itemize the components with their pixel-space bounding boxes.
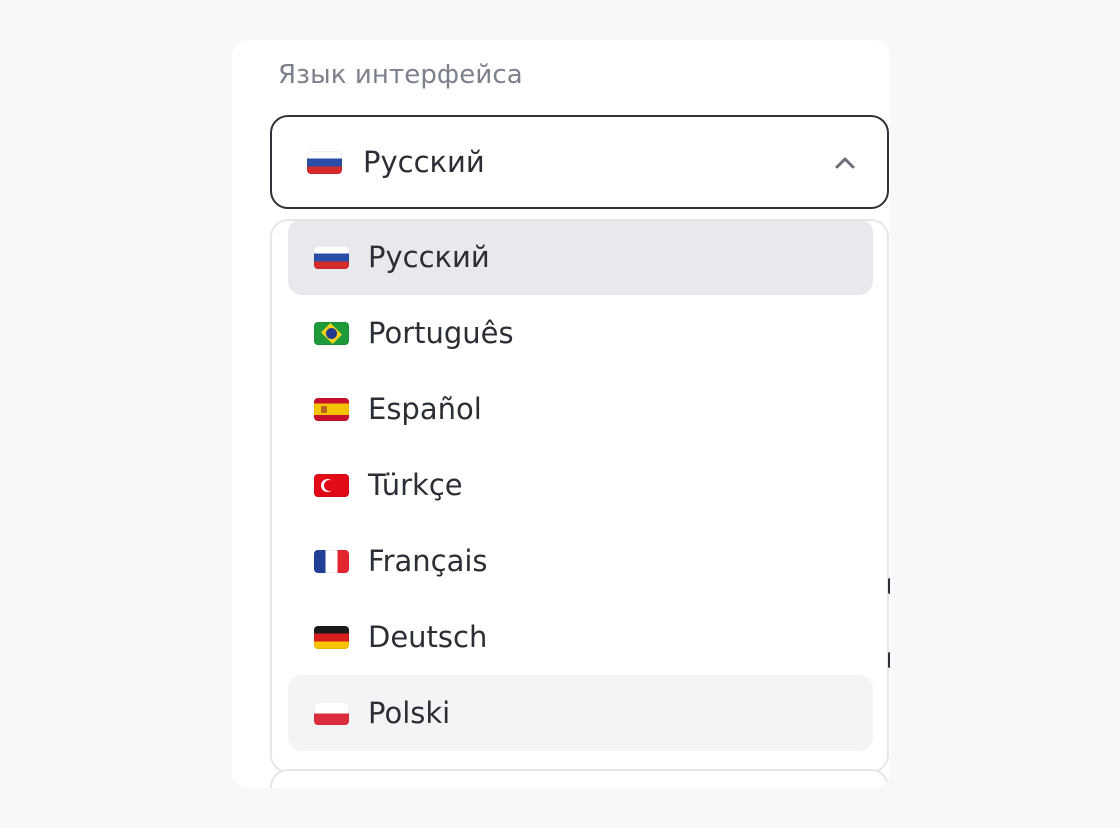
flag-poland-icon — [314, 701, 349, 725]
language-select-value: Русский — [363, 145, 485, 179]
language-select[interactable]: Русский — [270, 115, 889, 209]
language-option-spanish[interactable]: Español — [288, 371, 873, 447]
settings-card: Язык интерфейса Русский Русский Portuguê… — [232, 40, 890, 788]
flag-germany-icon — [314, 625, 349, 649]
language-option-label: Français — [368, 544, 488, 578]
language-option-french[interactable]: Français — [288, 523, 873, 599]
language-option-label: Русский — [368, 240, 490, 274]
flag-france-icon — [314, 549, 349, 573]
next-field-edge — [270, 769, 889, 788]
language-field-label: Язык интерфейса — [278, 60, 523, 90]
language-option-polish[interactable]: Polski — [288, 675, 873, 751]
language-option-label: Deutsch — [368, 620, 488, 654]
flag-russia-icon — [307, 150, 342, 174]
language-option-russian[interactable]: Русский — [288, 221, 873, 295]
language-option-label: Polski — [368, 696, 451, 730]
flag-turkey-icon — [314, 473, 349, 497]
clipped-text-fragment — [888, 578, 890, 594]
language-dropdown-list[interactable]: Русский Português Español Türkçe Françai… — [270, 219, 889, 773]
flag-spain-icon — [314, 397, 349, 421]
clipped-text-fragment — [888, 652, 890, 668]
language-option-label: Türkçe — [368, 468, 463, 502]
chevron-up-icon[interactable] — [831, 149, 859, 177]
language-option-german[interactable]: Deutsch — [288, 599, 873, 675]
flag-brazil-icon — [314, 321, 349, 345]
language-option-turkish[interactable]: Türkçe — [288, 447, 873, 523]
language-option-label: Español — [368, 392, 482, 426]
language-option-portuguese[interactable]: Português — [288, 295, 873, 371]
flag-russia-icon — [314, 245, 349, 269]
language-option-label: Português — [368, 316, 514, 350]
